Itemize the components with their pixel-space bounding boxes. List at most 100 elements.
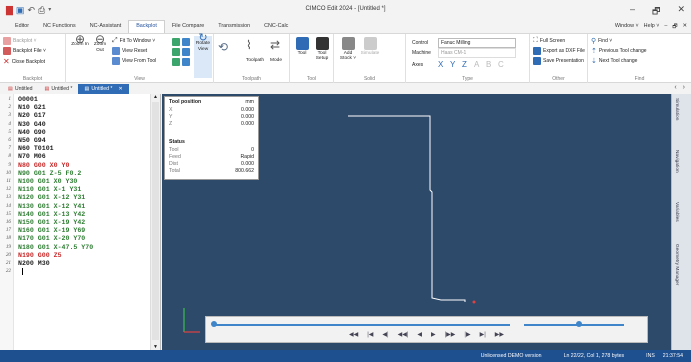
axis-a[interactable]: A [474,60,484,69]
progress-slider-handle[interactable] [211,321,217,327]
view-top-icon[interactable] [172,38,180,46]
doc-close-button[interactable]: ✕ [682,23,687,32]
tab-untitled-2[interactable]: ▤ Untitled * [39,84,79,94]
playback-button-6[interactable]: |▶▶ [445,331,456,338]
code-line[interactable]: 17 N160 G01 X-19 Y69 [0,227,85,235]
axis-c[interactable]: C [498,60,508,69]
save-presentation-button[interactable]: Save Presentation [533,57,584,65]
editor-scrollbar[interactable]: ▲ ▼ [150,94,160,350]
playback-button-2[interactable]: ◀| [382,331,388,338]
zoom-out-button[interactable]: ⊖ Zoom Out [90,33,110,53]
mode-button[interactable]: Mode [266,58,286,63]
zoom-in-button[interactable]: ⊕ Zoom In [70,33,90,48]
playback-button-4[interactable]: ◀ [417,331,422,338]
view-iso3-icon[interactable] [182,58,190,66]
progress-track[interactable] [214,324,510,326]
rotate-view-button[interactable]: ↻ Rotate View [194,32,212,78]
close-backplot-button[interactable]: ✕ Close Backplot [3,57,45,66]
playback-button-9[interactable]: ▶▶ [495,331,504,338]
toolpath-button[interactable]: Toolpath [244,58,266,63]
view-iso2-icon[interactable] [182,48,190,56]
code-line[interactable]: 9 N80 G00 X0 Y0 [0,162,69,170]
menu-transmission[interactable]: Transmission [211,20,257,33]
backplot-viewport[interactable]: Tool position mm X 0.000 Y 0.000 Z 0.000… [162,94,671,350]
view-iso-icons[interactable] [182,38,190,66]
code-line[interactable]: 18 N170 G01 X-20 Y70 [0,235,85,243]
code-line[interactable]: 4 N30 G40 [0,121,45,129]
code-line[interactable]: 20 N190 G00 Z5 [0,252,62,260]
code-line[interactable]: 22 [0,268,23,276]
full-screen-button[interactable]: ⛶ Full Screen [533,37,565,45]
playback-button-7[interactable]: |▶ [464,331,470,338]
playback-button-0[interactable]: ◀◀ [349,331,358,338]
tool-button[interactable]: Tool [292,37,312,56]
menu-cnc-calc[interactable]: CNC-Calc [257,20,295,33]
axis-y[interactable]: Y [450,60,460,69]
tab-next-button[interactable]: › [683,84,685,91]
menu-help[interactable]: Help ˅ [644,23,660,32]
code-line[interactable]: 7 N60 T0101 [0,145,53,153]
doc-minimize-button[interactable]: – [664,23,667,32]
tab-untitled-3[interactable]: ▤ Untitled * ✕ [78,83,129,94]
simulate-button[interactable]: Simulate [360,37,380,56]
playback-button-3[interactable]: ◀◀| [398,331,409,338]
side-tab-simulation[interactable]: Simulation [674,98,679,120]
code-line[interactable]: 3 N20 G17 [0,112,45,120]
speed-track[interactable] [524,324,624,326]
code-line[interactable]: 19 N180 G01 X-47.5 Y70 [0,244,93,252]
code-line[interactable]: 1 O0001 [0,96,37,104]
tab-prev-button[interactable]: ‹ [674,84,676,91]
menu-nc-assistant[interactable]: NC-Assistant [83,20,128,33]
backplot-file-button[interactable]: Backplot File ˅ [3,47,46,55]
axis-x[interactable]: X [438,60,448,69]
code-line[interactable]: 16 N150 G01 X-19 Y42 [0,219,85,227]
doc-restore-button[interactable]: 🗗 [672,23,677,32]
playback-button-5[interactable]: ▶ [431,331,436,338]
code-line[interactable]: 11 N100 G01 X0 Y30 [0,178,77,186]
side-tab-navigation[interactable]: Navigation [674,150,679,173]
side-tab-variables[interactable]: Variables [674,202,679,222]
menu-backplot[interactable]: Backplot [128,20,165,33]
view-iso-icon[interactable] [182,38,190,46]
axis-z[interactable]: Z [462,60,472,69]
code-line[interactable]: 14 N130 G01 X-12 Y41 [0,203,85,211]
export-dxf-button[interactable]: Export as DXF File [533,47,585,55]
backplot-button[interactable]: Backplot ˅ [3,37,37,45]
axis-b[interactable]: B [486,60,496,69]
code-line[interactable]: 21 N200 M30 [0,260,50,268]
playback-button-1[interactable]: |◀ [367,331,373,338]
nc-code-editor[interactable]: 1 O0001 2 N10 G21 3 N20 G17 4 N30 G40 5 N40 G90 6 N… [0,94,161,350]
scrollbar-thumb[interactable] [152,102,159,340]
view-front-icon[interactable] [172,48,180,56]
maximize-button[interactable]: 🗗 [652,4,660,20]
code-line[interactable]: 13 N120 G01 X-12 Y31 [0,194,85,202]
minimize-button[interactable]: – [630,4,635,20]
code-line[interactable]: 2 N10 G21 [0,104,45,112]
fit-to-window-button[interactable]: ⤢ Fit To Window ˅ [112,37,155,45]
tool-setup-button[interactable]: Tool Setup [312,37,332,62]
tab-close-icon[interactable]: ✕ [118,86,122,92]
next-tool-change-button[interactable]: ⇣ Next Tool change [591,57,637,65]
view-side-icon[interactable] [172,58,180,66]
code-line[interactable]: 6 N50 G94 [0,137,45,145]
playback-button-8[interactable]: ▶| [480,331,486,338]
view-reset-button[interactable]: View Reset [112,47,147,55]
close-button[interactable]: ✕ [677,4,685,20]
previous-tool-change-button[interactable]: ⇡ Previous Tool change [591,47,647,55]
view-cube-icons[interactable] [172,38,180,66]
machine-select[interactable]: Haas CM-1 [438,48,516,58]
code-line[interactable]: 5 N40 G90 [0,129,45,137]
toolpath-style-icon[interactable]: ⟲ [218,40,228,54]
code-line[interactable]: 12 N110 G01 X-1 Y31 [0,186,82,194]
control-select[interactable]: Fanuc Milling [438,38,516,48]
tab-untitled-1[interactable]: ▤ Untitled [2,84,39,94]
speed-slider-handle[interactable] [576,321,582,327]
scroll-up-icon[interactable]: ▲ [153,94,158,100]
add-stock-button[interactable]: Add Stock ˅ [338,37,358,62]
code-line[interactable]: 8 N70 M06 [0,153,45,161]
code-line[interactable]: 15 N140 G01 X-13 Y42 [0,211,85,219]
code-line[interactable]: 10 N90 G01 Z-5 F0.2 [0,170,82,178]
menu-editor[interactable]: Editor [8,20,36,33]
find-button[interactable]: ⚲ Find ˅ [591,37,612,45]
menu-window[interactable]: Window ˅ [615,23,639,32]
